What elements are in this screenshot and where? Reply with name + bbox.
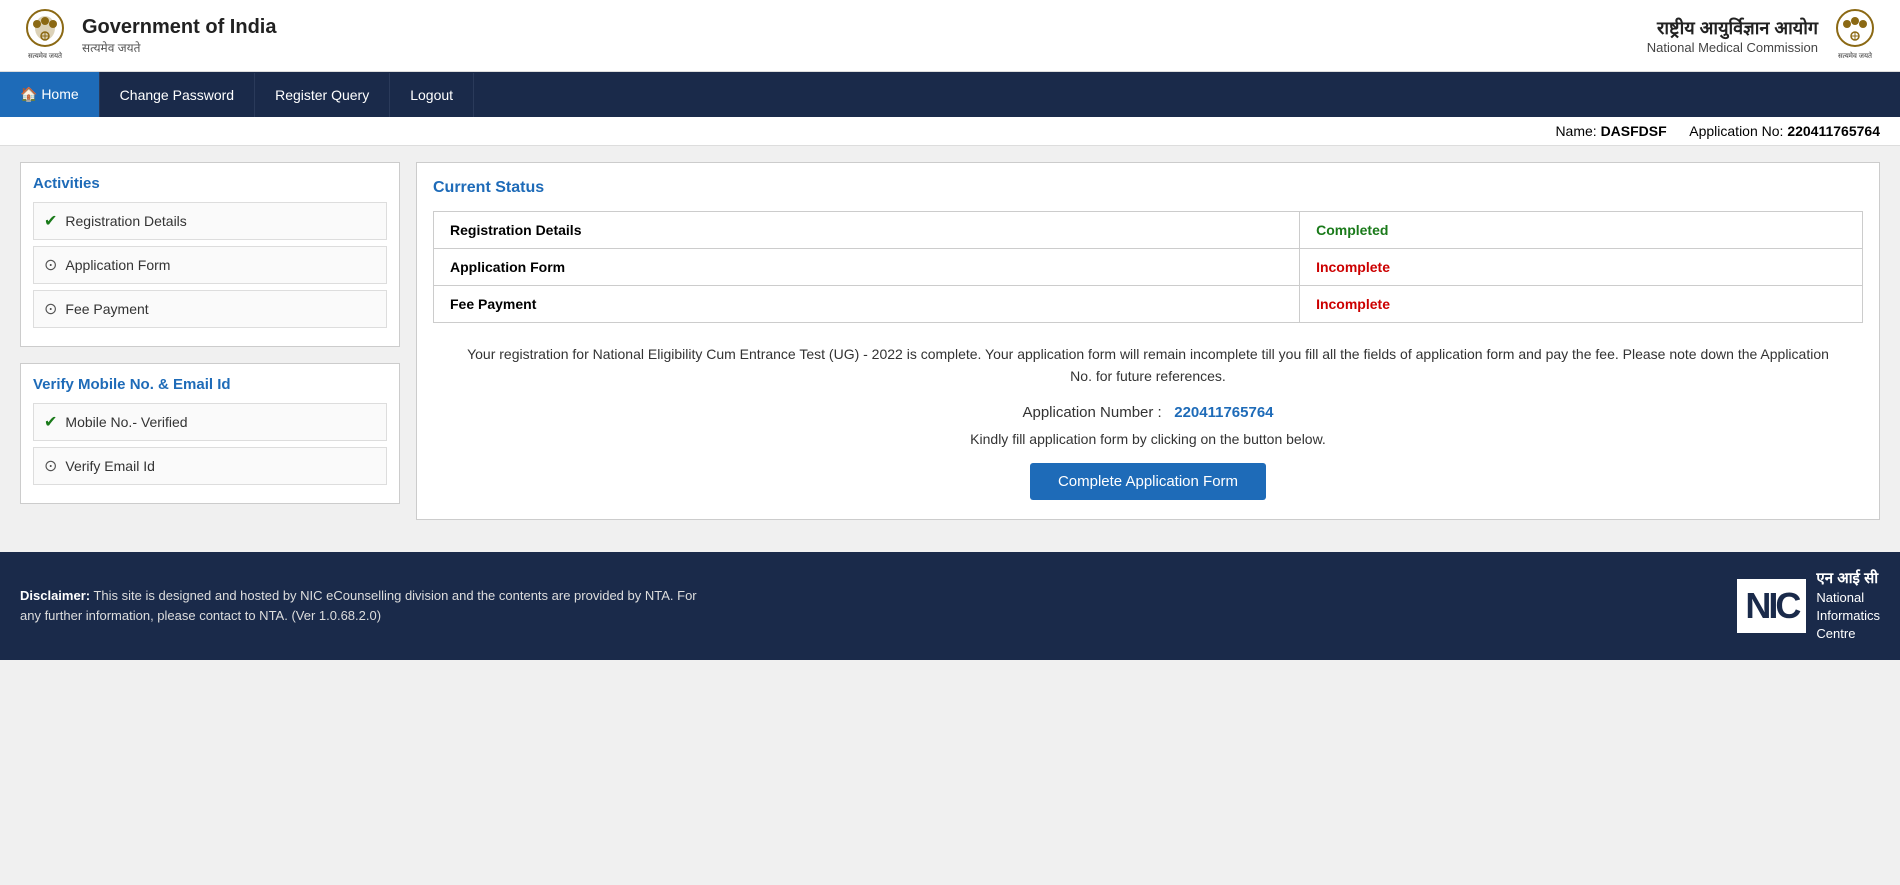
verify-section: Verify Mobile No. & Email Id ✔ Mobile No…: [20, 363, 400, 504]
circle-icon-2: ⊙: [44, 299, 57, 319]
nic-line3: Centre: [1816, 625, 1880, 643]
svg-text:सत्यमेव जयते: सत्यमेव जयते: [28, 51, 63, 60]
table-row: Registration Details Completed: [434, 212, 1863, 249]
footer-disclaimer: Disclaimer: This site is designed and ho…: [20, 586, 720, 625]
circle-icon: ⊙: [44, 255, 57, 275]
nav-logout[interactable]: Logout: [390, 73, 474, 117]
status-value-fee: Incomplete: [1300, 286, 1863, 323]
sidebar-item-registration-details[interactable]: ✔ Registration Details: [33, 202, 387, 240]
nav-register-query[interactable]: Register Query: [255, 73, 390, 117]
nmc-emblem-icon: सत्यमेव जयते: [1830, 8, 1880, 63]
name-value: DASFDSF: [1601, 123, 1667, 139]
nic-text-block: एन आई सी National Informatics Centre: [1816, 568, 1880, 644]
sidebar-registration-label: Registration Details: [65, 213, 186, 229]
sidebar-mobile-label: Mobile No.- Verified: [65, 414, 187, 430]
status-item-fee: Fee Payment: [434, 286, 1300, 323]
verify-title: Verify Mobile No. & Email Id: [33, 376, 387, 393]
sidebar-email-label: Verify Email Id: [65, 458, 154, 474]
nic-hindi-text: एन आई सी: [1816, 568, 1880, 589]
name-label: Name:: [1555, 123, 1596, 139]
status-table: Registration Details Completed Applicati…: [433, 211, 1863, 323]
nmc-brand: राष्ट्रीय आयुर्विज्ञान आयोग National Med…: [1647, 8, 1880, 63]
status-title: Current Status: [433, 179, 1863, 197]
nmc-hindi-title: राष्ट्रीय आयुर्विज्ञान आयोग: [1647, 16, 1818, 40]
page-footer: Disclaimer: This site is designed and ho…: [0, 552, 1900, 660]
nav-change-password[interactable]: Change Password: [100, 73, 255, 117]
app-number-label: Application Number :: [1022, 404, 1161, 421]
nmc-english-title: National Medical Commission: [1647, 40, 1818, 55]
page-header: सत्यमेव जयते Government of India सत्यमेव…: [0, 0, 1900, 72]
main-navbar: 🏠 Home Change Password Register Query Lo…: [0, 72, 1900, 117]
svg-text:सत्यमेव जयते: सत्यमेव जयते: [1838, 51, 1873, 60]
sidebar-item-mobile-verified[interactable]: ✔ Mobile No.- Verified: [33, 403, 387, 441]
user-info-bar: Name: DASFDSF Application No: 2204117657…: [0, 117, 1900, 146]
app-no-value: 220411765764: [1787, 123, 1880, 139]
gov-emblem-icon: सत्यमेव जयते: [20, 8, 70, 63]
nic-line1: National: [1816, 589, 1880, 607]
sidebar-fee-label: Fee Payment: [65, 301, 148, 317]
status-value-application: Incomplete: [1300, 249, 1863, 286]
app-number-line: Application Number : 220411765764: [433, 404, 1863, 421]
disclaimer-text: This site is designed and hosted by NIC …: [20, 588, 697, 623]
table-row: Fee Payment Incomplete: [434, 286, 1863, 323]
nic-icon: NIC: [1745, 585, 1798, 627]
table-row: Application Form Incomplete: [434, 249, 1863, 286]
nic-line2: Informatics: [1816, 607, 1880, 625]
fill-instruction-text: Kindly fill application form by clicking…: [433, 431, 1863, 447]
sidebar-application-label: Application Form: [65, 257, 170, 273]
status-item-registration: Registration Details: [434, 212, 1300, 249]
nic-logo: NIC एन आई सी National Informatics Centre: [1737, 568, 1880, 644]
gov-title: Government of India: [82, 16, 276, 39]
info-text: Your registration for National Eligibili…: [433, 343, 1863, 388]
gov-subtitle: सत्यमेव जयते: [82, 39, 276, 56]
disclaimer-label: Disclaimer:: [20, 588, 90, 603]
sidebar-item-fee-payment[interactable]: ⊙ Fee Payment: [33, 290, 387, 328]
circle-icon-email: ⊙: [44, 456, 57, 476]
activities-title: Activities: [33, 175, 387, 192]
status-panel: Current Status Registration Details Comp…: [416, 162, 1880, 520]
complete-application-button[interactable]: Complete Application Form: [1030, 463, 1266, 500]
check-icon: ✔: [44, 211, 57, 231]
sidebar-item-verify-email[interactable]: ⊙ Verify Email Id: [33, 447, 387, 485]
app-number-value: 220411765764: [1174, 404, 1273, 421]
app-no-label: Application No:: [1689, 123, 1783, 139]
activities-section: Activities ✔ Registration Details ⊙ Appl…: [20, 162, 400, 347]
status-item-application: Application Form: [434, 249, 1300, 286]
status-value-registration: Completed: [1300, 212, 1863, 249]
nav-home[interactable]: 🏠 Home: [0, 72, 100, 117]
main-content: Activities ✔ Registration Details ⊙ Appl…: [0, 146, 1900, 536]
sidebar-item-application-form[interactable]: ⊙ Application Form: [33, 246, 387, 284]
gov-brand: सत्यमेव जयते Government of India सत्यमेव…: [20, 8, 276, 63]
check-icon-mobile: ✔: [44, 412, 57, 432]
sidebar: Activities ✔ Registration Details ⊙ Appl…: [20, 162, 400, 520]
